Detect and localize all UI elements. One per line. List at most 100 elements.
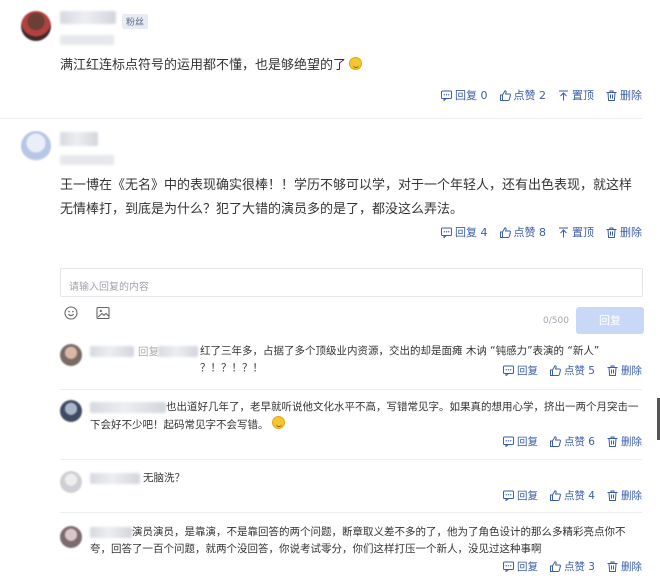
like-label: 点赞 2 xyxy=(513,89,547,102)
reply-icon xyxy=(441,227,452,238)
username-redacted[interactable] xyxy=(60,11,116,24)
trash-icon xyxy=(607,436,618,447)
char-counter: 0/500 xyxy=(543,316,569,326)
like-button[interactable]: 点赞 6 xyxy=(549,434,595,449)
thumbs-up-icon xyxy=(499,226,511,238)
reply-item: 也出道好几年了，老早就听说他文化水平不高，写错常见字。如果真的想用心学，挤出一两… xyxy=(0,397,660,453)
reply-text-content: 也出道好几年了，老早就听说他文化水平不高，写错常见字。如果真的想用心学，挤出一两… xyxy=(90,401,639,431)
avatar[interactable] xyxy=(21,131,51,161)
reply-prefix: 回复 xyxy=(138,346,159,358)
avatar[interactable] xyxy=(60,471,82,493)
trash-icon xyxy=(606,90,617,101)
delete-label: 删除 xyxy=(621,561,642,573)
pin-label: 置顶 xyxy=(572,226,594,239)
reply-button[interactable]: 回复 xyxy=(502,434,538,449)
reply-input-placeholder: 请输入回复的内容 xyxy=(69,282,149,293)
reply-icon xyxy=(502,365,514,376)
delete-label: 删除 xyxy=(621,365,642,377)
reply-actions: 回复 点赞 3 删除 xyxy=(491,559,642,574)
image-icon[interactable] xyxy=(96,306,110,320)
delete-label: 删除 xyxy=(620,89,642,102)
reply-input[interactable]: 请输入回复的内容 xyxy=(60,268,643,297)
reply-text: 演员演员，是靠演，不是靠回答的两个问题，断章取义差不多的了，他为了角色设计的那么… xyxy=(90,526,626,555)
pin-top-icon xyxy=(559,90,568,100)
trash-icon xyxy=(606,227,617,238)
reply-button[interactable]: 回复 0 xyxy=(441,87,488,103)
reply-button[interactable]: 回复 xyxy=(502,363,538,378)
thumbs-up-icon xyxy=(549,561,561,572)
reply-actions: 回复 点赞 6 删除 xyxy=(491,434,642,449)
like-label: 点赞 3 xyxy=(563,561,595,573)
delete-button[interactable]: 删除 xyxy=(606,87,642,103)
timestamp-redacted xyxy=(60,35,114,45)
reply-label: 回复 4 xyxy=(455,226,488,239)
divider xyxy=(60,459,642,460)
divider xyxy=(60,512,642,513)
comment-actions: 回复 4 点赞 8 置顶 删除 xyxy=(429,224,642,240)
reply-label: 回复 xyxy=(516,561,538,573)
delete-button[interactable]: 删除 xyxy=(606,224,642,240)
reply-icon xyxy=(502,436,514,447)
reply-actions: 回复 点赞 5 删除 xyxy=(491,363,642,378)
like-button[interactable]: 点赞 5 xyxy=(549,363,595,378)
reply-button[interactable]: 回复 xyxy=(502,559,538,574)
grin-emoji-icon xyxy=(349,57,363,70)
emoji-icon[interactable] xyxy=(64,306,78,320)
username-redacted[interactable] xyxy=(158,346,198,357)
avatar[interactable] xyxy=(60,526,82,548)
pin-label: 置顶 xyxy=(572,89,594,102)
reply-label: 回复 xyxy=(516,490,538,502)
fan-badge: 粉丝 xyxy=(122,14,149,29)
avatar[interactable] xyxy=(60,344,82,366)
reply-button[interactable]: 回复 4 xyxy=(441,224,488,240)
delete-button[interactable]: 删除 xyxy=(607,488,642,503)
grin-emoji-icon xyxy=(271,416,285,429)
pin-button[interactable]: 置顶 xyxy=(558,224,594,240)
reply-item: 无脑洗？ 回复 点赞 4 删除 xyxy=(0,468,660,504)
delete-label: 删除 xyxy=(621,436,642,448)
trash-icon xyxy=(607,365,618,376)
trash-icon xyxy=(607,490,618,501)
delete-button[interactable]: 删除 xyxy=(607,434,642,449)
like-button[interactable]: 点赞 4 xyxy=(549,488,595,503)
like-label: 点赞 6 xyxy=(563,436,595,448)
delete-label: 删除 xyxy=(620,226,642,239)
like-button[interactable]: 点赞 3 xyxy=(549,559,595,574)
like-label: 点赞 4 xyxy=(563,490,595,502)
thumbs-up-icon xyxy=(549,436,561,447)
reply-label: 回复 xyxy=(516,365,538,377)
username-redacted[interactable] xyxy=(90,473,140,484)
reply-item: 演员演员，是靠演，不是靠回答的两个问题，断章取义差不多的了，他为了角色设计的那么… xyxy=(0,522,660,582)
divider xyxy=(0,118,642,119)
reply-text: 也出道好几年了，老早就听说他文化水平不高，写错常见字。如果真的想用心学，挤出一两… xyxy=(90,399,642,434)
trash-icon xyxy=(607,561,618,572)
avatar[interactable] xyxy=(60,400,82,422)
reply-button[interactable]: 回复 xyxy=(502,488,538,503)
timestamp-redacted xyxy=(60,155,114,165)
thumbs-up-icon xyxy=(549,490,561,501)
like-button[interactable]: 点赞 2 xyxy=(499,87,547,103)
delete-label: 删除 xyxy=(621,490,642,502)
reply-icon xyxy=(502,490,514,501)
reply-icon xyxy=(441,90,452,101)
delete-button[interactable]: 删除 xyxy=(607,363,642,378)
reply-text: 无脑洗？ xyxy=(143,472,185,484)
username-redacted[interactable] xyxy=(90,346,134,357)
avatar[interactable] xyxy=(21,11,51,41)
like-label: 点赞 5 xyxy=(563,365,595,377)
comment-text-content: 满江红连标点符号的运用都不懂，也是够绝望的了 xyxy=(60,58,347,73)
thumbs-up-icon xyxy=(499,89,511,101)
pin-top-icon xyxy=(559,227,568,237)
pin-button[interactable]: 置顶 xyxy=(558,87,594,103)
like-button[interactable]: 点赞 8 xyxy=(499,224,547,240)
reply-label: 回复 0 xyxy=(455,89,488,102)
like-label: 点赞 8 xyxy=(513,226,547,239)
delete-button[interactable]: 删除 xyxy=(607,559,642,574)
divider xyxy=(60,389,642,390)
submit-reply-button[interactable]: 回复 xyxy=(576,307,644,334)
comment-text: 王一博在《无名》中的表现确实很棒！！学历不够可以学，对于一个年轻人，还有出色表现… xyxy=(60,178,633,217)
username-redacted[interactable] xyxy=(60,132,98,146)
reply-item: 回复 红了三年多，占据了多个顶级业内资源，交出的却是面瘫 木讷 “钝感力”表演的… xyxy=(0,341,660,387)
comment-text: 满江红连标点符号的运用都不懂，也是够绝望的了 xyxy=(60,54,640,78)
reply-actions: 回复 点赞 4 删除 xyxy=(491,488,642,503)
